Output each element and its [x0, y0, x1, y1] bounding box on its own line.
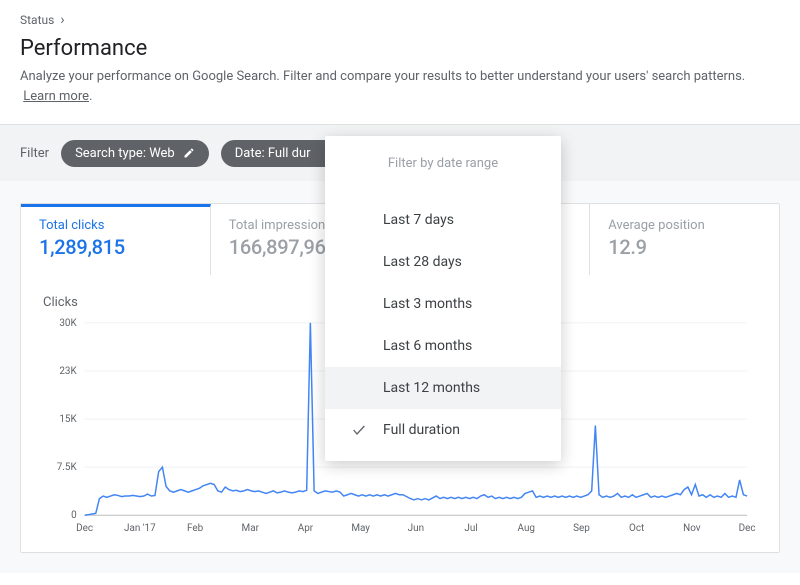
svg-text:Feb: Feb	[187, 523, 204, 534]
date-option-label: Last 12 months	[383, 380, 480, 396]
page-description: Analyze your performance on Google Searc…	[20, 67, 780, 106]
page-header: Status › Performance Analyze your perfor…	[0, 0, 800, 124]
svg-text:Mar: Mar	[242, 523, 260, 534]
search-type-chip[interactable]: Search type: Web	[61, 140, 209, 167]
svg-text:Jan '17: Jan '17	[124, 523, 156, 534]
page-title: Performance	[20, 36, 780, 61]
pencil-icon	[183, 147, 195, 159]
date-option[interactable]: Last 12 months	[325, 367, 561, 409]
svg-text:Jul: Jul	[464, 523, 477, 534]
date-option[interactable]: Full duration	[325, 409, 561, 451]
svg-text:Aug: Aug	[518, 523, 535, 534]
check-icon	[349, 420, 369, 440]
svg-text:Nov: Nov	[683, 523, 701, 534]
date-option-label: Last 28 days	[383, 254, 462, 270]
svg-text:Dec: Dec	[76, 523, 93, 534]
date-option[interactable]: Last 28 days	[325, 241, 561, 283]
svg-text:30K: 30K	[59, 318, 77, 329]
svg-text:7.5K: 7.5K	[57, 462, 78, 473]
svg-text:15K: 15K	[59, 414, 77, 425]
learn-more-link[interactable]: Learn more	[23, 89, 89, 104]
description-text: Analyze your performance on Google Searc…	[20, 69, 745, 84]
filter-label: Filter	[20, 146, 49, 161]
svg-text:Dec: Dec	[739, 523, 756, 534]
svg-text:May: May	[351, 523, 370, 534]
metric-value: 1,289,815	[39, 235, 192, 259]
date-chip-label: Date: Full dur	[235, 146, 311, 161]
svg-text:Oct: Oct	[629, 523, 644, 534]
dropdown-header: Filter by date range	[325, 136, 561, 199]
svg-text:0: 0	[71, 510, 77, 521]
svg-text:Apr: Apr	[298, 523, 314, 534]
chevron-right-icon: ›	[60, 12, 64, 28]
date-option[interactable]: Last 7 days	[325, 199, 561, 241]
metric-label: Total clicks	[39, 218, 192, 233]
date-option[interactable]: Last 3 months	[325, 283, 561, 325]
date-option-label: Last 6 months	[383, 338, 472, 354]
svg-text:Jun: Jun	[408, 523, 424, 534]
svg-text:Sep: Sep	[573, 523, 590, 534]
tab-total-clicks[interactable]: Total clicks 1,289,815	[21, 204, 211, 275]
date-option-label: Last 7 days	[383, 212, 454, 228]
date-option[interactable]: Last 6 months	[325, 325, 561, 367]
svg-text:23K: 23K	[59, 366, 77, 377]
breadcrumb-root[interactable]: Status	[20, 13, 54, 27]
tab-average-position[interactable]: Average position 12.9	[590, 204, 779, 275]
date-option-label: Last 3 months	[383, 296, 472, 312]
date-chip[interactable]: Date: Full dur	[221, 140, 341, 167]
search-type-chip-label: Search type: Web	[75, 146, 175, 161]
breadcrumb[interactable]: Status ›	[20, 12, 780, 28]
date-range-dropdown: Filter by date range Last 7 days Last 28 …	[325, 136, 561, 461]
metric-label: Average position	[608, 218, 761, 233]
date-option-label: Full duration	[383, 422, 460, 438]
metric-value: 12.9	[608, 235, 761, 259]
